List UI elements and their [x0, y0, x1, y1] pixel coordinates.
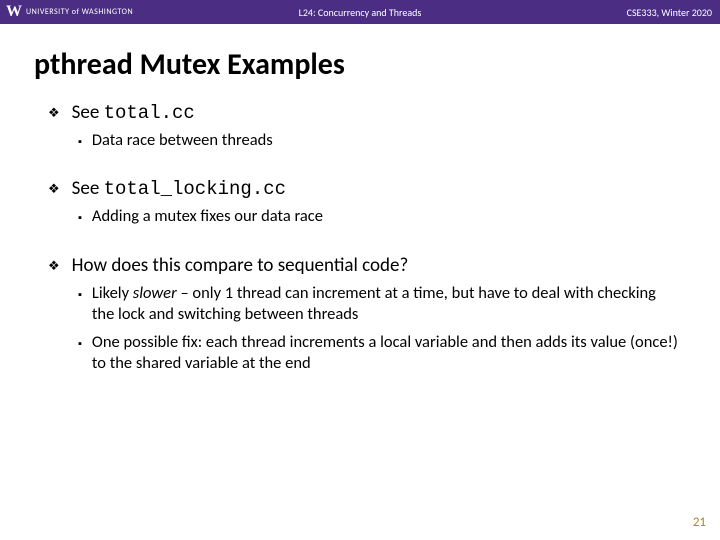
bullet-text: See total.cc — [72, 101, 195, 124]
square-bullet-icon: ▪ — [78, 288, 82, 302]
sub-bullet-text: Adding a mutex fixes our data race — [92, 206, 323, 227]
bullet-item: ❖ How does this compare to sequential co… — [48, 254, 682, 277]
diamond-bullet-icon: ❖ — [48, 106, 60, 121]
square-bullet-icon: ▪ — [78, 135, 82, 149]
lecture-title: L24: Concurrency and Threads — [299, 6, 422, 19]
sub-bullet-item: ▪ One possible fix: each thread incremen… — [78, 332, 682, 375]
sub-bullet-item: ▪ Adding a mutex fixes our data race — [78, 206, 682, 227]
slide-header: W UNIVERSITY of WASHINGTON L24: Concurre… — [0, 0, 720, 24]
slide-title: pthread Mutex Examples — [34, 46, 720, 83]
bullet-item: ❖ See total.cc — [48, 101, 682, 124]
sub-bullet-text: Data race between threads — [92, 130, 273, 151]
slide-content: ❖ See total.cc ▪ Data race between threa… — [0, 101, 720, 375]
course-info: CSE333, Winter 2020 — [627, 6, 712, 19]
bullet-text: How does this compare to sequential code… — [72, 254, 409, 277]
sub-bullet-text: Likely slower – only 1 thread can increm… — [92, 283, 682, 326]
slide-number: 21 — [693, 515, 706, 530]
uw-logo: W — [6, 3, 22, 21]
university-name: UNIVERSITY of WASHINGTON — [26, 7, 133, 17]
square-bullet-icon: ▪ — [78, 337, 82, 351]
diamond-bullet-icon: ❖ — [48, 259, 60, 274]
sub-bullet-item: ▪ Data race between threads — [78, 130, 682, 151]
diamond-bullet-icon: ❖ — [48, 182, 60, 197]
sub-bullet-text: One possible fix: each thread increments… — [92, 332, 682, 375]
bullet-text: See total_locking.cc — [72, 177, 286, 200]
bullet-item: ❖ See total_locking.cc — [48, 177, 682, 200]
sub-bullet-item: ▪ Likely slower – only 1 thread can incr… — [78, 283, 682, 326]
square-bullet-icon: ▪ — [78, 211, 82, 225]
